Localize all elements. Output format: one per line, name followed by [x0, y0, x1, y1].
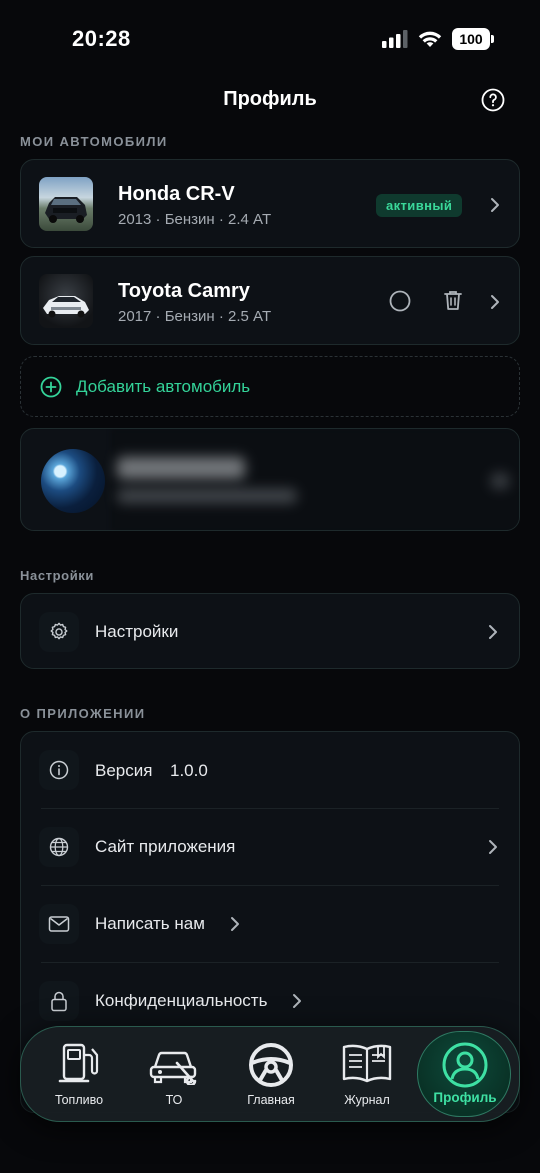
chevron-right-icon	[491, 295, 499, 309]
tab-journal[interactable]: Журнал	[323, 1037, 411, 1113]
add-car-button[interactable]: Добавить автомобиль	[20, 356, 520, 417]
privacy-label: Конфиденциальность	[95, 991, 268, 1010]
account-card[interactable]	[20, 428, 520, 531]
account-info-blurred	[111, 429, 519, 530]
chevron-right-icon	[489, 625, 497, 639]
book-icon	[342, 1044, 392, 1083]
chevron-right-icon	[231, 917, 239, 931]
tab-label: Топливо	[54, 1093, 104, 1107]
version-label: Версия	[95, 761, 153, 780]
car-details: 2013 · Бензин · 2.4 AT	[118, 211, 272, 228]
help-icon[interactable]	[481, 88, 505, 112]
info-icon	[49, 760, 69, 780]
car-card-toyota[interactable]: Toyota Camry 2017 · Бензин · 2.5 AT	[20, 256, 520, 345]
tab-profile[interactable]: Профиль	[417, 1031, 511, 1117]
signal-icon	[382, 30, 408, 48]
tab-label: Главная	[247, 1093, 295, 1107]
trash-icon[interactable]	[443, 289, 463, 311]
settings-icon-box	[39, 612, 79, 652]
car-photo	[39, 274, 93, 328]
avatar	[41, 449, 105, 513]
lock-icon-box	[39, 981, 79, 1021]
chevron-right-icon	[489, 840, 497, 854]
wifi-icon	[418, 31, 442, 47]
version-value: 1.0.0	[170, 761, 208, 780]
tab-bar: Топливо ТО Главная Журнал Профиль	[20, 1026, 520, 1122]
contact-label: Написать нам	[95, 914, 205, 933]
tab-label: Журнал	[344, 1093, 390, 1107]
set-active-radio[interactable]	[389, 290, 411, 312]
car-photo	[39, 177, 93, 231]
car-details: 2017 · Бензин · 2.5 AT	[118, 308, 272, 325]
website-label: Сайт приложения	[95, 837, 236, 856]
car-card-honda[interactable]: Honda CR-V 2013 · Бензин · 2.4 AT активн…	[20, 159, 520, 248]
mail-icon-box	[39, 904, 79, 944]
info-icon-box	[39, 750, 79, 790]
globe-icon	[49, 837, 69, 857]
fuel-pump-icon	[58, 1043, 99, 1083]
active-badge: активный	[376, 194, 463, 217]
section-label-about: О ПРИЛОЖЕНИИ	[20, 706, 146, 721]
user-icon	[442, 1042, 488, 1088]
status-bar: 20:28 100	[0, 0, 540, 80]
car-service-icon	[149, 1051, 197, 1085]
section-label-settings: Настройки	[20, 568, 94, 583]
settings-row[interactable]: Настройки	[20, 593, 520, 669]
header: Профиль	[0, 84, 540, 118]
car-name: Toyota Camry	[118, 280, 250, 302]
tab-label: Профиль	[433, 1090, 497, 1105]
lock-icon	[51, 991, 67, 1012]
chevron-right-icon	[491, 198, 499, 212]
gear-icon	[50, 622, 68, 640]
add-car-label: Добавить автомобиль	[76, 377, 251, 396]
chevron-right-icon	[293, 994, 301, 1008]
mail-icon	[48, 916, 70, 932]
settings-label: Настройки	[95, 622, 179, 641]
battery-indicator: 100	[452, 28, 494, 50]
globe-icon-box	[39, 827, 79, 867]
steering-wheel-icon	[249, 1043, 293, 1087]
car-name: Honda CR-V	[118, 183, 235, 205]
website-row[interactable]: Сайт приложения	[21, 809, 519, 885]
section-label-cars: МОИ АВТОМОБИЛИ	[20, 134, 168, 149]
tab-fuel[interactable]: Топливо	[35, 1037, 123, 1113]
tab-maintenance[interactable]: ТО	[130, 1037, 218, 1113]
status-time: 20:28	[72, 26, 131, 51]
tab-home[interactable]: Главная	[227, 1037, 315, 1113]
contact-row[interactable]: Написать нам	[21, 886, 519, 962]
status-icons: 100	[382, 28, 494, 50]
tab-label: ТО	[165, 1093, 183, 1107]
page-title: Профиль	[223, 88, 317, 110]
plus-circle-icon	[40, 376, 62, 398]
